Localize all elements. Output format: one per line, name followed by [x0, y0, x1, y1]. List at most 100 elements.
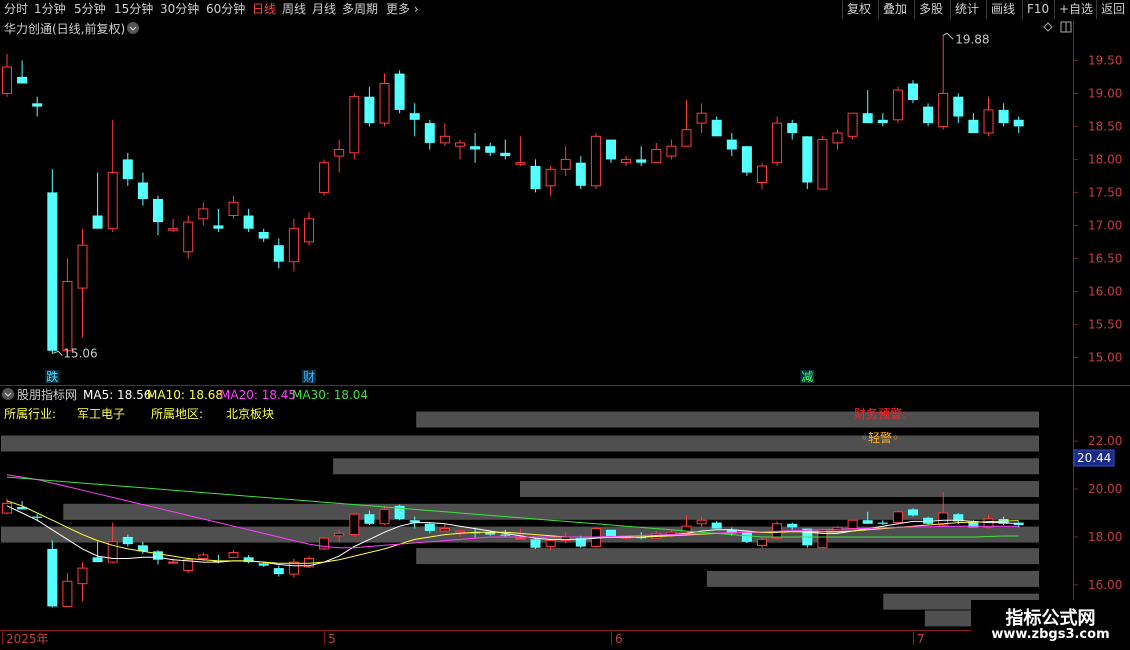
sub-candle-body [168, 561, 179, 564]
warning-title: 财务预警: [854, 406, 906, 421]
main-candle-body [711, 119, 722, 137]
industry-label: 所属行业: [4, 407, 56, 421]
main-candle-body [938, 92, 949, 127]
main-candle-body [530, 166, 541, 190]
main-candle-body [560, 158, 571, 170]
sub-candle-body [711, 522, 722, 529]
tool-button-1[interactable]: 叠加 [878, 0, 907, 19]
current-price-text: 20.44 [1077, 451, 1111, 465]
period-tab-10[interactable]: 更多 › [386, 0, 419, 19]
sub-candle-body [198, 554, 209, 560]
sub-candle-body [228, 552, 239, 558]
period-tab-5[interactable]: 60分钟 [206, 0, 245, 19]
min-price-label: 15.06 [63, 346, 97, 360]
sub-candle-body [153, 551, 163, 560]
sub-candle-body [364, 514, 375, 524]
period-tab-7[interactable]: 周线 [282, 0, 306, 19]
sub-candle-body [288, 561, 299, 575]
main-candle-body [198, 208, 209, 220]
main-candle-body [17, 76, 28, 84]
sub-candle-body [77, 567, 88, 585]
tool-button-3[interactable]: 统计 [950, 0, 979, 19]
period-tab-8[interactable]: 月线 [312, 0, 336, 19]
main-candle-body [606, 139, 616, 160]
warning-level: ◦轻警◦ [861, 430, 899, 445]
period-tab-3[interactable]: 15分钟 [114, 0, 153, 19]
main-tick-label: 15.50 [1088, 317, 1122, 331]
event-marker: 跌 [46, 369, 58, 384]
tool-button-7[interactable]: 返回 [1096, 0, 1125, 19]
sub-candle-body [273, 568, 284, 575]
main-candle-body [515, 162, 526, 165]
tool-button-6[interactable]: +自选 [1054, 0, 1093, 19]
main-candle-body [726, 139, 737, 150]
main-candle-body [696, 112, 707, 124]
main-candle-body [364, 96, 375, 124]
sub-candle-body [47, 548, 58, 607]
main-candle-body [998, 109, 1009, 124]
main-candle-body [319, 162, 330, 193]
sub-candle-body [530, 539, 541, 548]
main-candle-body [304, 218, 314, 243]
sub-candle-body [847, 519, 858, 530]
main-candle-body [590, 135, 601, 187]
main-candle-body [153, 199, 163, 223]
industry-value: 军工电子 [77, 407, 125, 421]
period-tab-4[interactable]: 30分钟 [160, 0, 199, 19]
main-candle-body [107, 172, 118, 230]
tool-button-5[interactable]: F10 [1022, 0, 1049, 19]
main-candle-body [802, 136, 813, 183]
main-candle-body [409, 113, 420, 120]
main-candle-body [62, 281, 73, 352]
main-candle-body [213, 225, 224, 229]
stock-chart: 19.50 19.00 18.50 18.00 17.50 17.00 16.50 16.00… [0, 20, 1130, 650]
main-candle-body [666, 145, 677, 157]
tool-button-2[interactable]: 多股 [914, 0, 943, 19]
sub-candle-body [2, 502, 12, 514]
main-tick-label: 16.50 [1088, 251, 1122, 265]
ma20-value: MA20: 18.45 [220, 388, 296, 402]
sub-candle-body [892, 511, 903, 524]
date-label: 6 [615, 632, 623, 646]
sub-candle-body [455, 530, 465, 533]
ma10-value: MA10: 18.68 [147, 388, 223, 402]
main-candle-body [394, 73, 405, 110]
main-candle-body [908, 83, 918, 100]
period-tab-2[interactable]: 5分钟 [74, 0, 106, 19]
period-tab-1[interactable]: 1分钟 [34, 0, 66, 19]
volume-profile-bar [520, 481, 1039, 498]
main-candle-body [228, 201, 239, 217]
main-candle-body [122, 159, 133, 180]
sub-candle-body [439, 528, 450, 532]
max-price-label: 19.88 [955, 32, 989, 46]
sub-candle-body [606, 529, 616, 537]
sub-tick-label: 16.00 [1088, 578, 1122, 592]
indicator-menu-icon[interactable] [2, 388, 14, 400]
main-candle-body [545, 168, 556, 187]
period-tab-9[interactable]: 多周期 [342, 0, 378, 19]
sub-candle-body [545, 540, 556, 548]
main-candle-body [439, 135, 450, 144]
volume-profile-bar [416, 411, 1039, 428]
watermark: 指标公式网 www.zbgs3.com [971, 600, 1130, 650]
main-candle-body [485, 146, 496, 153]
main-candle-body [741, 146, 752, 173]
sub-tick-label: 22.00 [1088, 434, 1122, 448]
sub-candle-body [757, 538, 767, 546]
main-candle-body [288, 228, 299, 263]
sub-candle-body [92, 557, 103, 563]
title-dropdown-icon[interactable] [127, 22, 139, 34]
main-candle-body [575, 162, 586, 186]
main-tick-label: 18.00 [1088, 152, 1122, 166]
main-candle-body [32, 103, 43, 107]
ma30-value: MA30: 18.04 [292, 388, 368, 402]
main-candle-body [349, 96, 360, 154]
tool-button-4[interactable]: 画线 [986, 0, 1015, 19]
period-tab-6[interactable]: 日线 [252, 0, 276, 19]
tool-button-0[interactable]: 复权 [842, 0, 871, 19]
period-tab-0[interactable]: 分时 [4, 0, 28, 19]
sub-candle-body [696, 519, 707, 525]
main-candle-body [258, 232, 269, 239]
region-label: 所属地区: [151, 407, 203, 421]
region-value: 北京板块 [226, 407, 274, 421]
